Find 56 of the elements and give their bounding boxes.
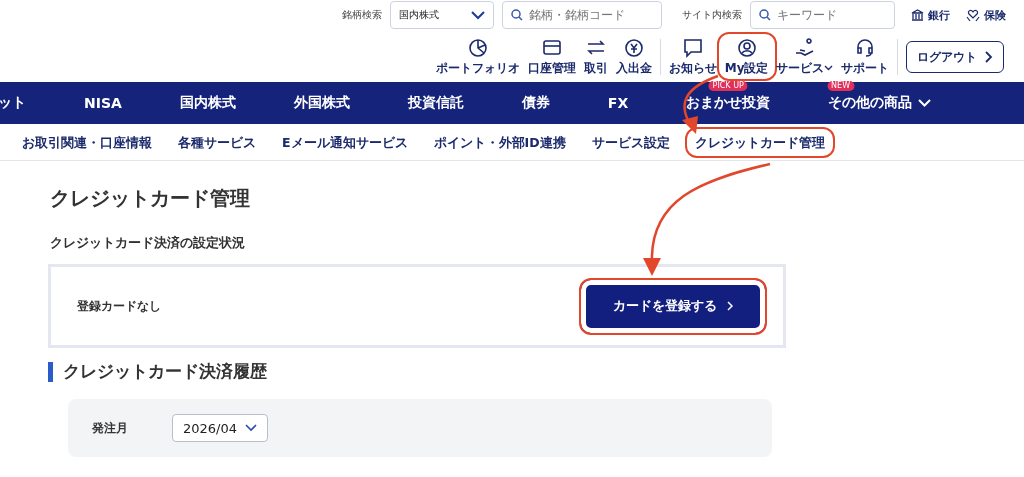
bank-icon xyxy=(911,9,924,21)
section-subtitle: クレジットカード決済の設定状況 xyxy=(50,234,246,252)
logout-button[interactable]: ログアウト xyxy=(906,41,1004,73)
hands-icon xyxy=(966,8,980,22)
menu-item[interactable]: My設定 xyxy=(716,31,777,81)
hand-icon xyxy=(793,37,816,58)
nav-tab[interactable]: NISA xyxy=(84,95,122,111)
menu-item[interactable]: 口座管理 xyxy=(528,37,577,77)
search-label: 銘柄検索 xyxy=(342,8,382,22)
header-link[interactable]: 保険 xyxy=(966,7,1006,23)
register-card-button[interactable]: カードを登録する xyxy=(578,277,767,335)
stock-search-field[interactable]: 銘柄・銘柄コード xyxy=(502,1,662,29)
search-icon xyxy=(759,9,771,21)
search-label: サイト内検索 xyxy=(682,8,742,22)
headset-icon xyxy=(854,37,876,58)
chevron-right-icon xyxy=(726,301,733,311)
badge: PICK UP xyxy=(708,81,748,91)
nav-tab[interactable]: 投資信託 xyxy=(407,94,464,112)
filter-label: 発注月 xyxy=(92,419,128,437)
nav-tab[interactable]: 国内株式 xyxy=(179,94,236,112)
menu-item[interactable]: ポートフォリオ xyxy=(436,37,521,77)
nav-tab[interactable]: 債券 xyxy=(521,94,550,112)
nav-tab[interactable]: その他の商品 xyxy=(828,94,932,112)
status-text: 登録カードなし xyxy=(77,297,161,315)
subnav-link[interactable]: ポイント・外部ID連携 xyxy=(433,135,566,150)
user-gear-icon xyxy=(735,37,758,58)
subnav-link[interactable]: Eメール通知サービス xyxy=(282,135,408,150)
subnav-link[interactable]: お取引関連・口座情報 xyxy=(22,135,152,150)
month-select[interactable]: 2026/04 xyxy=(172,414,268,442)
chevron-down-icon xyxy=(245,424,257,432)
card-icon xyxy=(541,37,564,58)
nav-tab[interactable]: 外国株式 xyxy=(293,94,350,112)
chevron-right-icon xyxy=(985,51,993,63)
yen-coin-icon xyxy=(623,37,646,58)
nav-tab[interactable]: FX xyxy=(607,95,629,111)
menu-item[interactable]: サポート xyxy=(841,37,889,77)
market-select[interactable]: 国内株式 xyxy=(390,1,494,29)
subnav-link[interactable]: サービス設定 xyxy=(591,135,670,150)
search-icon xyxy=(511,9,523,21)
page-title: クレジットカード管理 xyxy=(50,185,251,212)
section-title: クレジットカード決済履歴 xyxy=(63,360,267,383)
menu-item[interactable]: お知らせ xyxy=(669,37,718,77)
subnav-link[interactable]: 各種サービス xyxy=(178,135,256,150)
pie-chart-icon xyxy=(467,37,490,58)
speech-bubble-icon xyxy=(682,37,705,58)
header-link[interactable]: 銀行 xyxy=(911,7,950,23)
menu-item[interactable]: 取引 xyxy=(584,37,609,77)
badge: NEW xyxy=(827,81,855,91)
site-search-field[interactable]: キーワード xyxy=(750,1,895,29)
subnav-link[interactable]: クレジットカード管理 xyxy=(685,127,836,158)
heading-bar xyxy=(48,361,53,382)
nav-tab[interactable]: ット xyxy=(0,94,26,112)
chevron-down-icon xyxy=(471,10,485,20)
chevron-down-icon xyxy=(824,65,833,71)
nav-tab[interactable]: おまかせ投資 xyxy=(686,94,771,112)
menu-item[interactable]: 入出金 xyxy=(616,37,653,77)
